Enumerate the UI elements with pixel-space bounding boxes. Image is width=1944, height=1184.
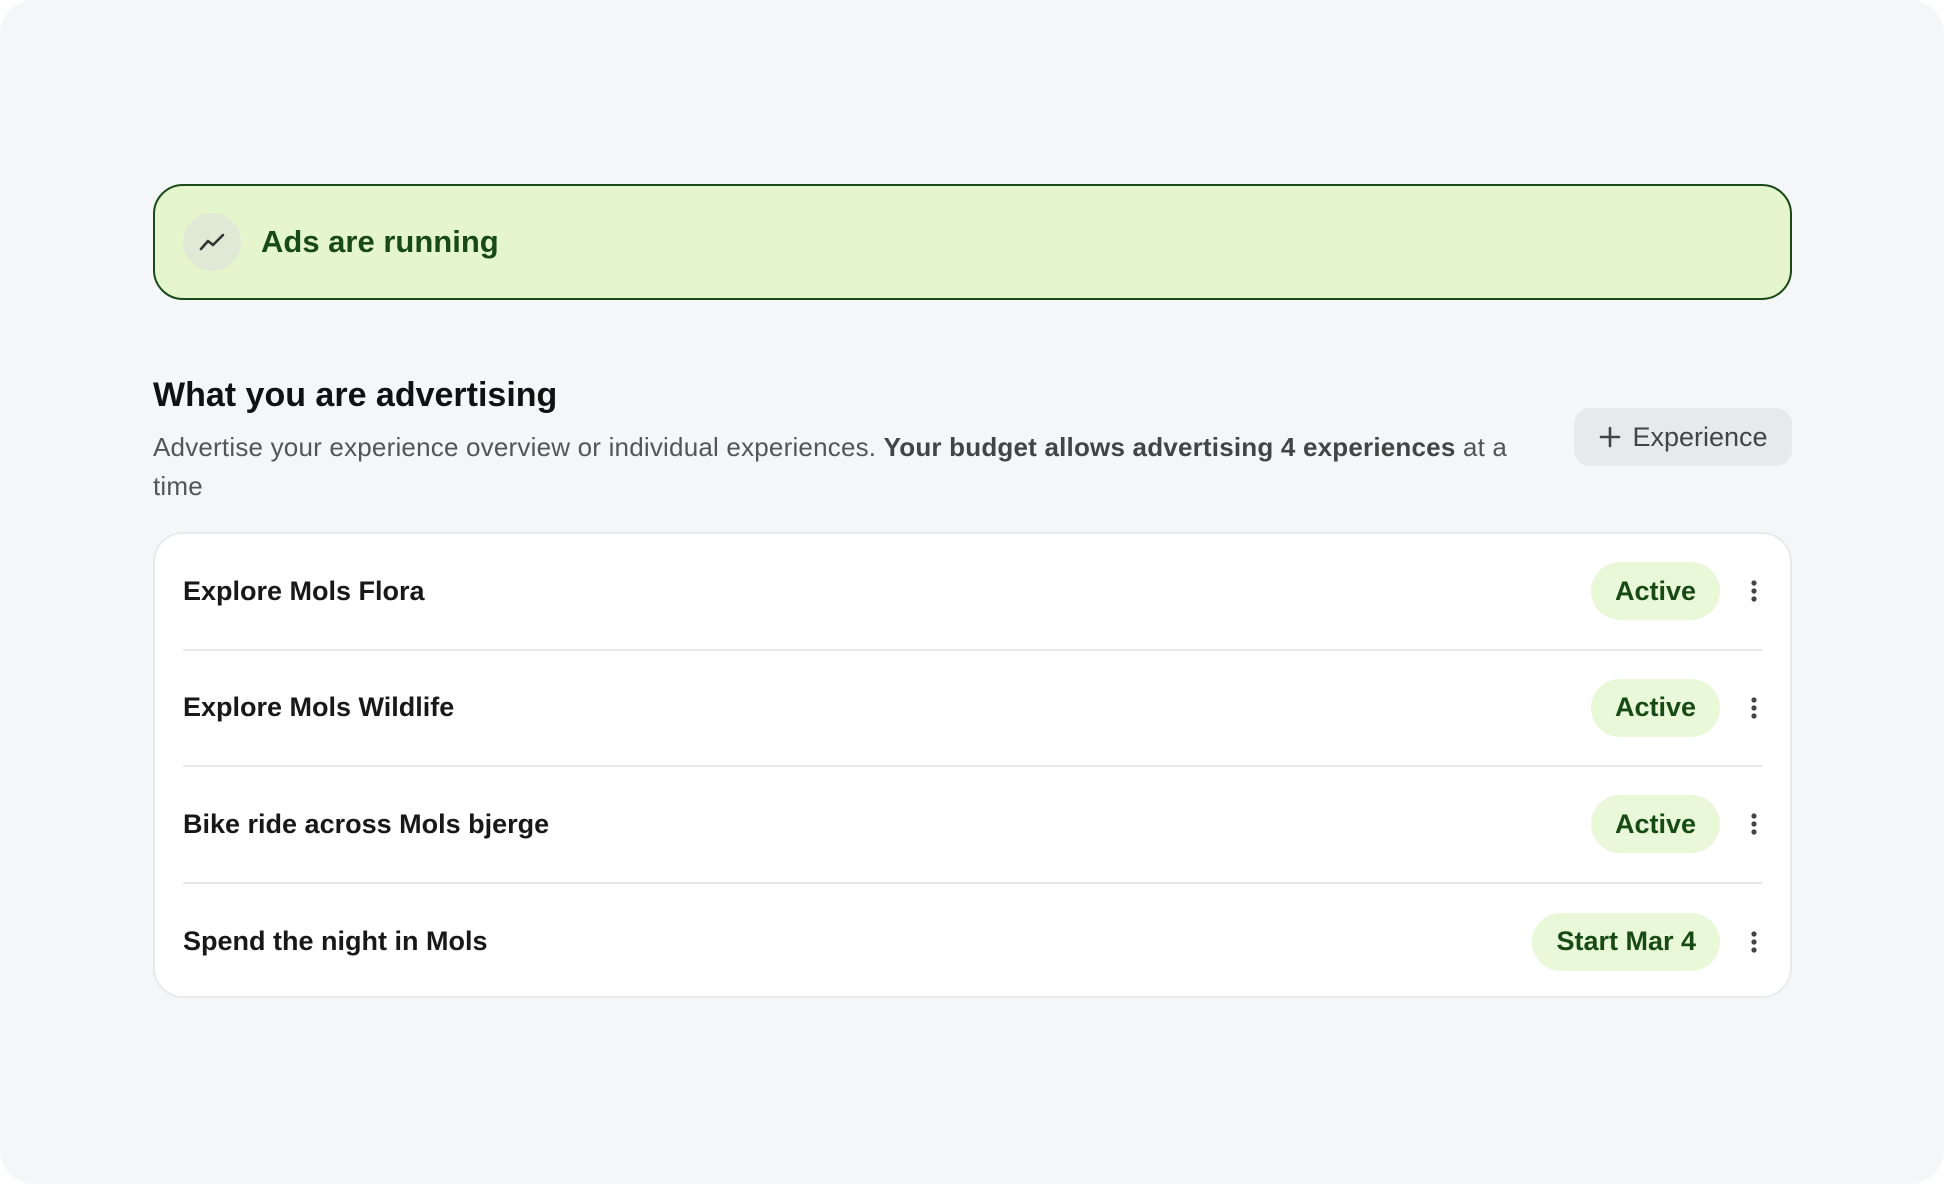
section-description: Advertise your experience overview or in… [153,428,1533,506]
more-options-icon[interactable] [1732,686,1776,730]
plus-icon [1598,425,1622,449]
experience-title: Explore Mols Wildlife [183,692,455,723]
experience-row[interactable]: Explore Mols Flora Active [183,534,1762,651]
experience-row[interactable]: Explore Mols Wildlife Active [183,651,1762,767]
banner-text: Ads are running [261,224,499,259]
section-title: What you are advertising [153,376,558,414]
more-options-icon[interactable] [1732,569,1776,613]
ads-status-banner: Ads are running [153,184,1792,300]
experience-row[interactable]: Spend the night in Mols Start Mar 4 [183,884,1762,1001]
experience-list: Explore Mols Flora Active Explore Mols W… [153,532,1792,998]
description-bold: Your budget allows advertising 4 experie… [883,432,1456,462]
status-badge: Active [1590,678,1720,737]
status-badge: Active [1590,795,1720,854]
status-badge: Active [1590,562,1720,621]
experience-title: Explore Mols Flora [183,575,425,606]
page-frame: Ads are running What you are advertising… [0,0,1944,1184]
status-badge: Start Mar 4 [1532,912,1720,971]
description-plain: Advertise your experience overview or in… [153,432,884,462]
more-options-icon[interactable] [1732,802,1776,846]
experience-title: Spend the night in Mols [183,926,488,957]
trending-line-icon [183,213,241,271]
add-experience-label: Experience [1632,421,1768,452]
add-experience-button[interactable]: Experience [1574,408,1792,466]
more-options-icon[interactable] [1732,920,1776,964]
experience-row[interactable]: Bike ride across Mols bjerge Active [183,767,1762,884]
experience-title: Bike ride across Mols bjerge [183,808,550,839]
